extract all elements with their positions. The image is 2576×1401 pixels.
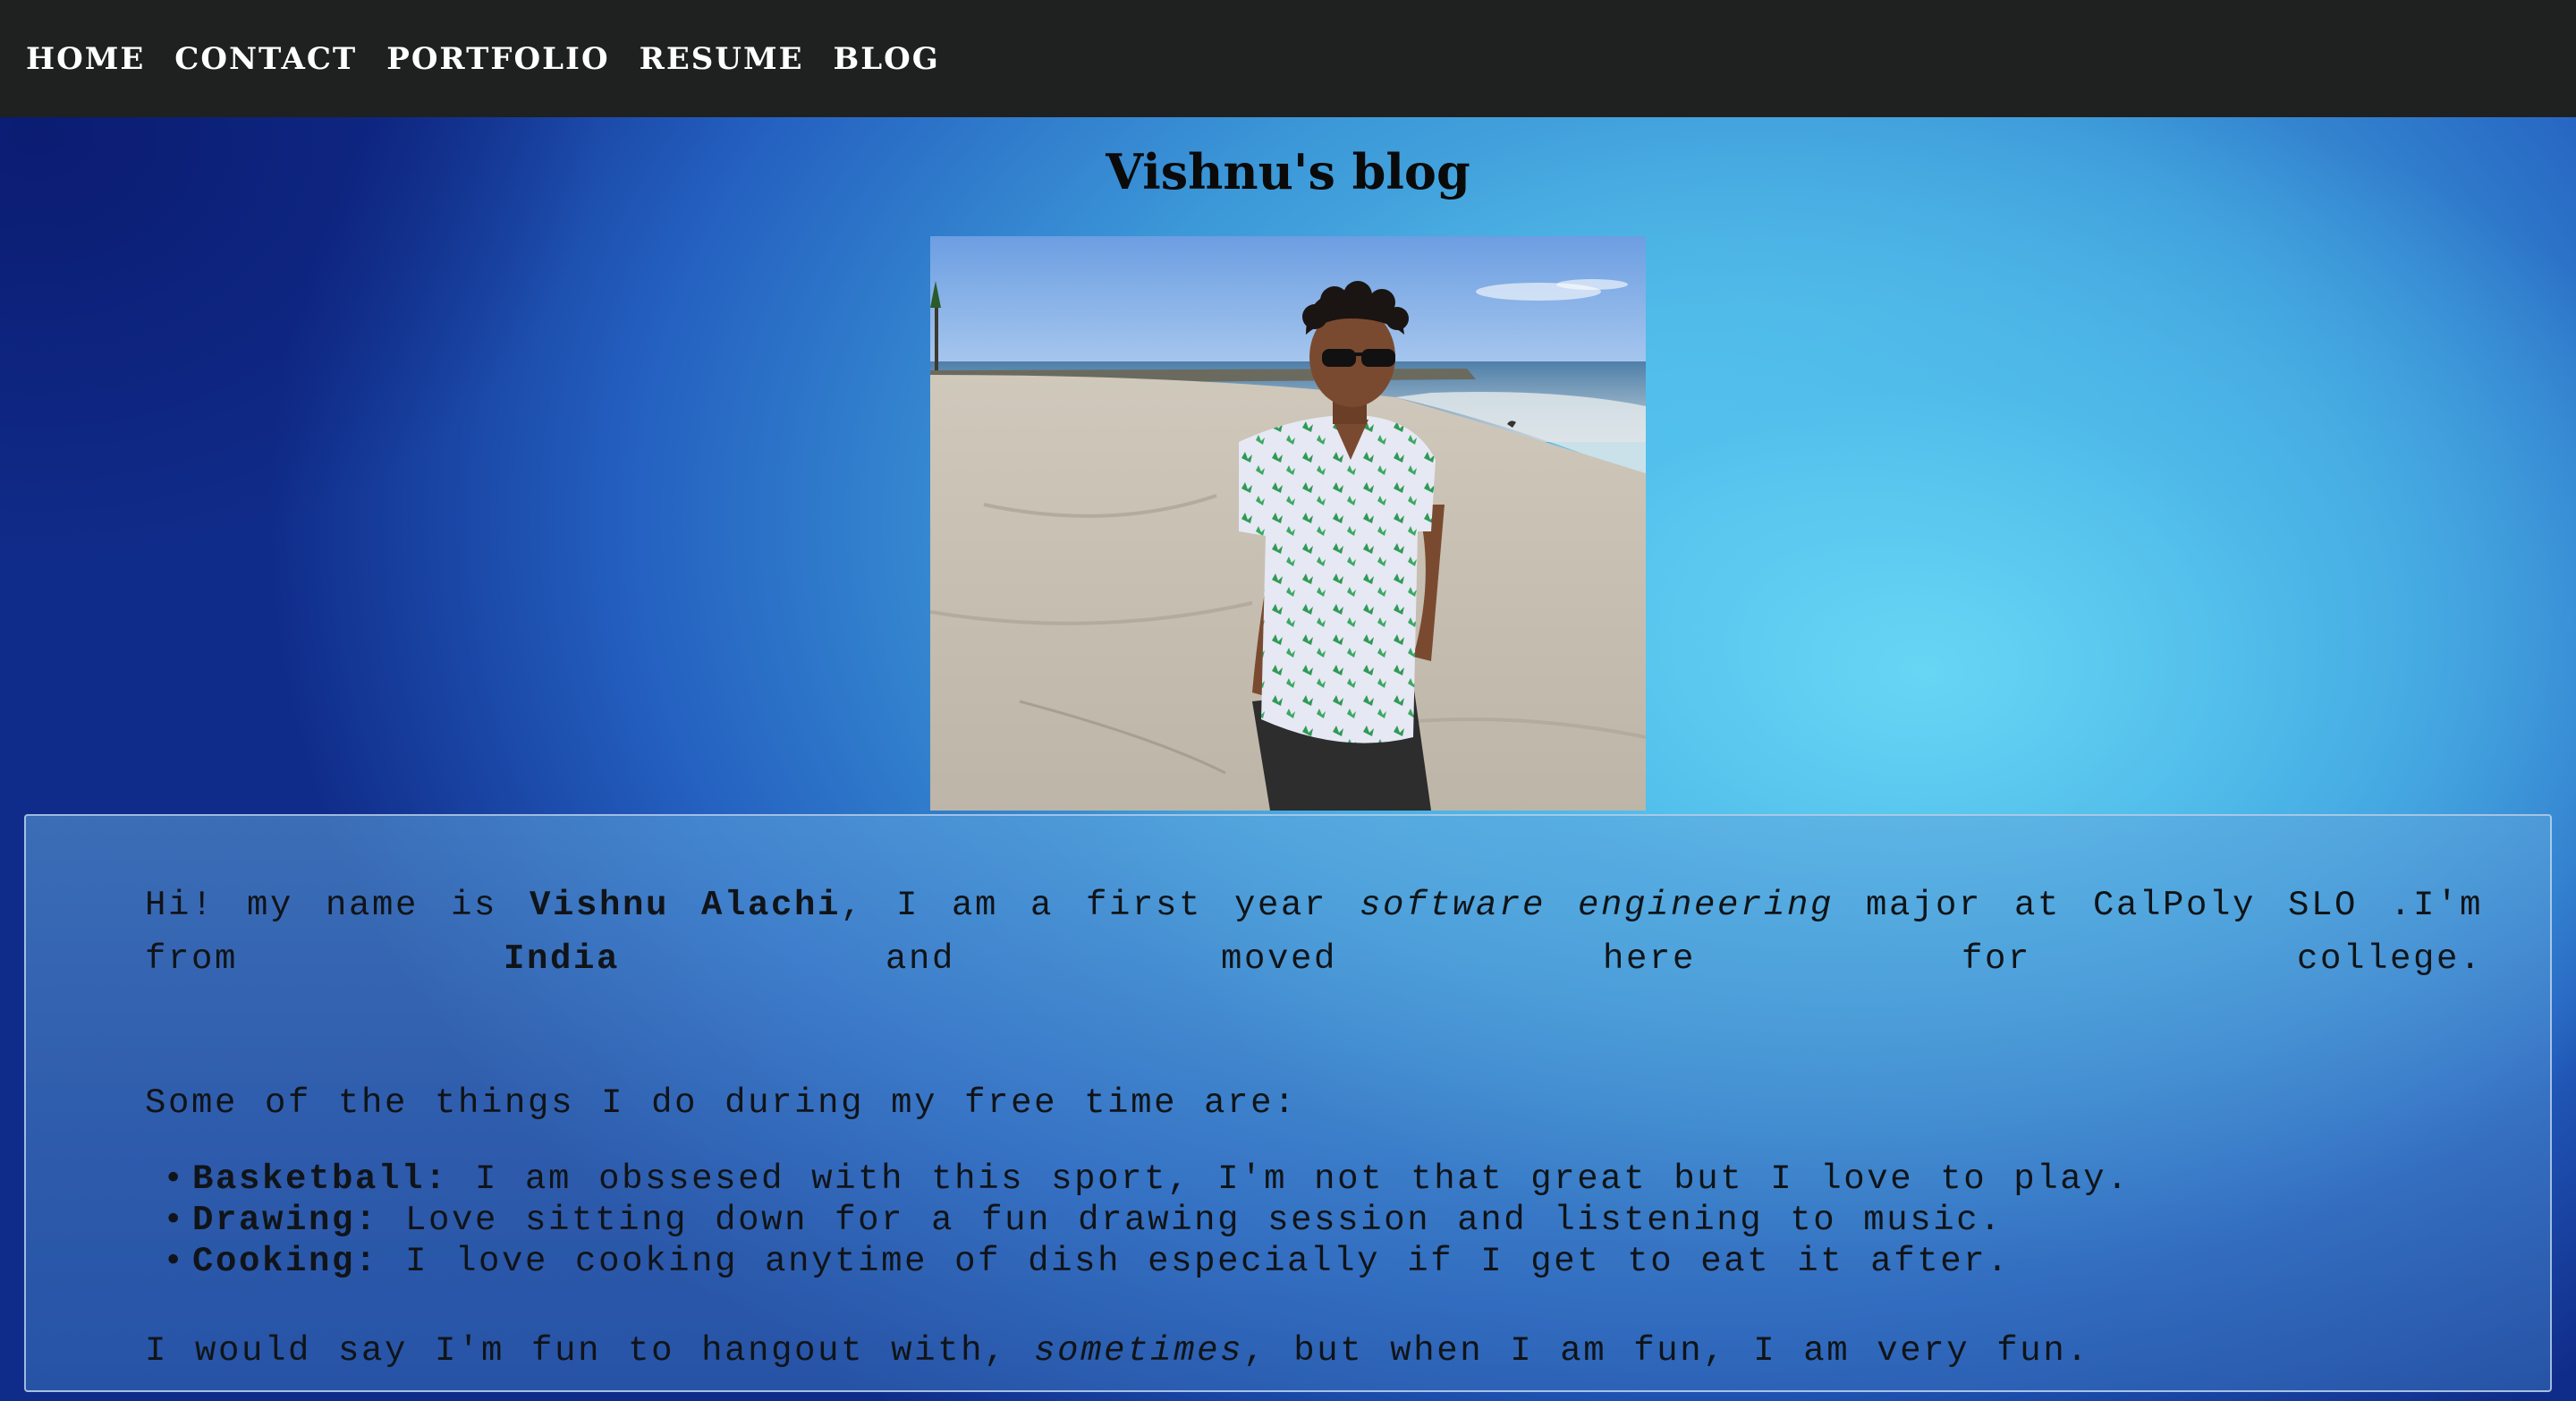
list-item: Basketball: I am obssesed with this spor… bbox=[145, 1159, 2483, 1200]
about-me-section: Hi! my name is Vishnu Alachi, I am a fir… bbox=[24, 814, 2552, 1392]
hobby-description: I love cooking anytime of dish especiall… bbox=[378, 1242, 2011, 1281]
closing-text-part-2: , but when I am fun, I am very fun. bbox=[1243, 1331, 2090, 1371]
nav-link-resume[interactable]: RESUME bbox=[640, 41, 804, 77]
nav-link-contact[interactable]: CONTACT bbox=[174, 41, 357, 77]
intro-paragraph: Hi! my name is Vishnu Alachi, I am a fir… bbox=[145, 879, 2483, 1040]
intro-text-part-2: , I am a first year bbox=[841, 886, 1360, 925]
list-item: Drawing: Love sitting down for a fun dra… bbox=[145, 1200, 2483, 1241]
major-text: software engineering bbox=[1359, 886, 1835, 925]
list-item: Cooking: I love cooking anytime of dish … bbox=[145, 1241, 2483, 1282]
hobby-description: I am obssesed with this sport, I'm not t… bbox=[448, 1159, 2131, 1199]
intro-text-part-4: and moved here for college. bbox=[620, 939, 2483, 979]
author-name: Vishnu Alachi bbox=[529, 886, 841, 925]
profile-photo bbox=[930, 236, 1646, 811]
intro-text-part-1: Hi! my name is bbox=[145, 886, 530, 925]
beach-photo-image bbox=[930, 236, 1646, 811]
hobby-description: Love sitting down for a fun drawing sess… bbox=[378, 1201, 2004, 1240]
closing-text-part-1: I would say I'm fun to hangout with, bbox=[145, 1331, 1035, 1371]
closing-paragraph: I would say I'm fun to hangout with, som… bbox=[145, 1324, 2483, 1378]
hobby-name: Cooking: bbox=[192, 1242, 379, 1281]
nav-link-blog[interactable]: BLOG bbox=[834, 41, 940, 77]
hobby-name: Drawing: bbox=[192, 1201, 379, 1240]
hobby-name: Basketball: bbox=[192, 1159, 449, 1199]
closing-emphasis: sometimes bbox=[1034, 1331, 1244, 1371]
free-time-heading: Some of the things I do during my free t… bbox=[145, 1083, 1298, 1123]
nav-link-home[interactable]: HOME bbox=[26, 41, 145, 77]
page-title: Vishnu's blog bbox=[1106, 143, 1470, 200]
top-navigation-bar: HOME CONTACT PORTFOLIO RESUME BLOG bbox=[0, 0, 2576, 117]
country-text: India bbox=[504, 939, 621, 979]
nav-link-portfolio[interactable]: PORTFOLIO bbox=[386, 41, 609, 77]
hobbies-list: Basketball: I am obssesed with this spor… bbox=[145, 1159, 2483, 1282]
